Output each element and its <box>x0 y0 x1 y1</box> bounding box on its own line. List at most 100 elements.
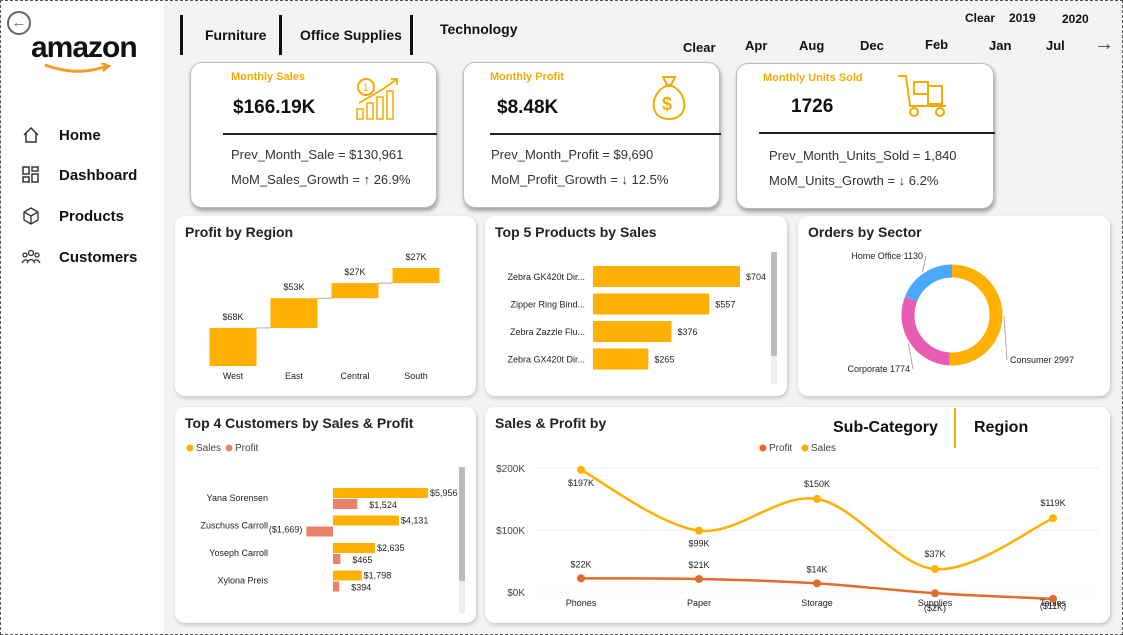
tab-furniture[interactable]: Furniture <box>191 15 266 55</box>
sales-point <box>695 526 703 535</box>
nav-item-customers[interactable]: Customers <box>21 247 137 267</box>
sales-point <box>1049 514 1057 523</box>
tab-technology[interactable]: Technology <box>426 9 518 49</box>
data-label: $37K <box>924 549 945 559</box>
sales-point <box>931 565 939 574</box>
category-label: Zebra GX420t Dir... <box>507 355 585 365</box>
hand-truck-icon <box>898 75 946 117</box>
data-label: $21K <box>688 560 709 570</box>
data-label: $197K <box>568 478 594 488</box>
slice-label: Consumer 2997 <box>1010 355 1074 365</box>
month-jul[interactable]: Jul <box>1046 38 1065 53</box>
kpi-prev: Prev_Month_Profit = $9,690 <box>491 147 654 162</box>
data-label: $53K <box>283 282 304 292</box>
nav-item-products[interactable]: Products <box>21 206 124 226</box>
profit-bar <box>333 554 341 564</box>
data-label: $465 <box>352 555 372 565</box>
data-label: $14K <box>806 564 827 574</box>
leader-line <box>922 255 927 273</box>
legend-label: Profit <box>769 443 793 454</box>
top-customers-card: Top 4 Customers by Sales & Profit Sales P… <box>175 407 476 623</box>
data-label: $4,131 <box>401 516 429 526</box>
tab-office-supplies[interactable]: Office Supplies <box>286 15 402 55</box>
nav-label: Products <box>59 207 125 225</box>
x-tick-label: Paper <box>687 598 711 608</box>
data-label: $376 <box>678 327 698 337</box>
home-icon <box>23 126 39 143</box>
data-label: $265 <box>654 355 674 365</box>
nav-label: Dashboard <box>59 166 138 184</box>
y-tick-label: $0K <box>507 588 525 599</box>
back-arrow-icon[interactable]: ← <box>7 11 31 35</box>
data-label: ($2K) <box>924 603 946 613</box>
growth-chart-icon: 1 <box>356 78 398 120</box>
year-2019[interactable]: 2019 <box>1009 11 1036 25</box>
legend-dot-profit <box>225 444 233 452</box>
waterfall-bar <box>270 298 318 328</box>
month-aug[interactable]: Aug <box>799 38 824 53</box>
x-tick-label: Storage <box>801 598 833 608</box>
sales-bar <box>333 570 362 581</box>
legend-dot-profit <box>759 444 767 452</box>
data-label: $27K <box>344 267 365 277</box>
svg-text:$: $ <box>662 94 672 114</box>
sales-bar <box>333 515 399 526</box>
month-clear-button[interactable]: Clear <box>683 40 716 55</box>
nav-item-home[interactable]: Home <box>21 125 101 145</box>
scrollbar-thumb[interactable] <box>459 467 465 581</box>
data-label: $68K <box>222 312 243 322</box>
top-customers-chart: Sales Profit Yana Sorensen $5,956 $1,524 Zusc… <box>186 443 458 593</box>
sales-bar <box>333 488 428 498</box>
waterfall-bar <box>331 283 379 299</box>
data-label: $150K <box>804 479 830 489</box>
scrollbar-thumb[interactable] <box>771 252 777 356</box>
product-bar <box>593 321 672 342</box>
y-tick-label: $100K <box>496 526 525 537</box>
kpi-title: Monthly Units Sold <box>763 72 863 84</box>
profit-by-region-chart: $68K West $53K East $27K Central $27K South <box>209 252 440 381</box>
kpi-prev: Prev_Month_Units_Sold = 1,840 <box>769 148 957 163</box>
nav-item-dashboard[interactable]: Dashboard <box>21 165 137 185</box>
data-label: $22K <box>570 559 591 569</box>
main-area: Furniture Office Supplies Technology Cle… <box>164 1 1122 633</box>
category-label: Central <box>340 371 369 381</box>
profit-point <box>695 574 703 583</box>
data-label: $5,956 <box>430 488 458 498</box>
category-label: Yana Sorensen <box>207 493 268 503</box>
data-label: ($1,669) <box>269 525 303 535</box>
users-icon <box>21 249 41 264</box>
data-label: $2,635 <box>377 543 405 553</box>
next-arrow-icon[interactable]: → <box>1094 33 1114 56</box>
kpi-value: $166.19K <box>233 97 316 118</box>
category-label: Xylona Preis <box>217 576 268 586</box>
sidebar: ← amazon Home Dashboard Products Custome… <box>1 1 164 633</box>
top-products-card: Top 5 Products by Sales Zebra GK420t Dir… <box>485 216 787 396</box>
orders-by-sector-chart: Consumer 2997 Corporate 1774 Home Office 1… <box>847 251 1074 374</box>
kpi-divider <box>490 133 721 135</box>
kpi-title: Monthly Sales <box>231 71 305 83</box>
year-2020[interactable]: 2020 <box>1062 12 1089 26</box>
category-label: Zuschuss Carroll <box>200 521 268 531</box>
category-label: East <box>285 371 304 381</box>
month-apr[interactable]: Apr <box>745 38 767 53</box>
money-bag-icon: $ <box>652 76 686 121</box>
profit-bar <box>333 581 340 592</box>
category-label: Zipper Ring Bind... <box>510 300 585 310</box>
kpi-divider <box>759 132 995 134</box>
legend-label: Sales <box>811 443 836 454</box>
profit-point <box>813 579 821 588</box>
logo-smile-icon <box>44 63 112 73</box>
month-feb[interactable]: Feb <box>925 37 948 52</box>
orders-by-sector-card: Orders by Sector Consumer 2997 Corporate … <box>798 216 1110 396</box>
year-clear-button[interactable]: Clear <box>965 11 995 25</box>
kpi-prev: Prev_Month_Sale = $130,961 <box>231 147 404 162</box>
category-label: South <box>404 371 428 381</box>
month-dec[interactable]: Dec <box>860 38 884 53</box>
x-tick-label: Phones <box>566 598 597 608</box>
tab-divider <box>279 15 282 55</box>
product-bar <box>593 266 740 287</box>
kpi-growth: MoM_Units_Growth = ↓ 6.2% <box>769 173 939 188</box>
month-jan[interactable]: Jan <box>989 38 1011 53</box>
slice-label: Home Office 1130 <box>851 251 923 261</box>
kpi-divider <box>223 133 437 135</box>
